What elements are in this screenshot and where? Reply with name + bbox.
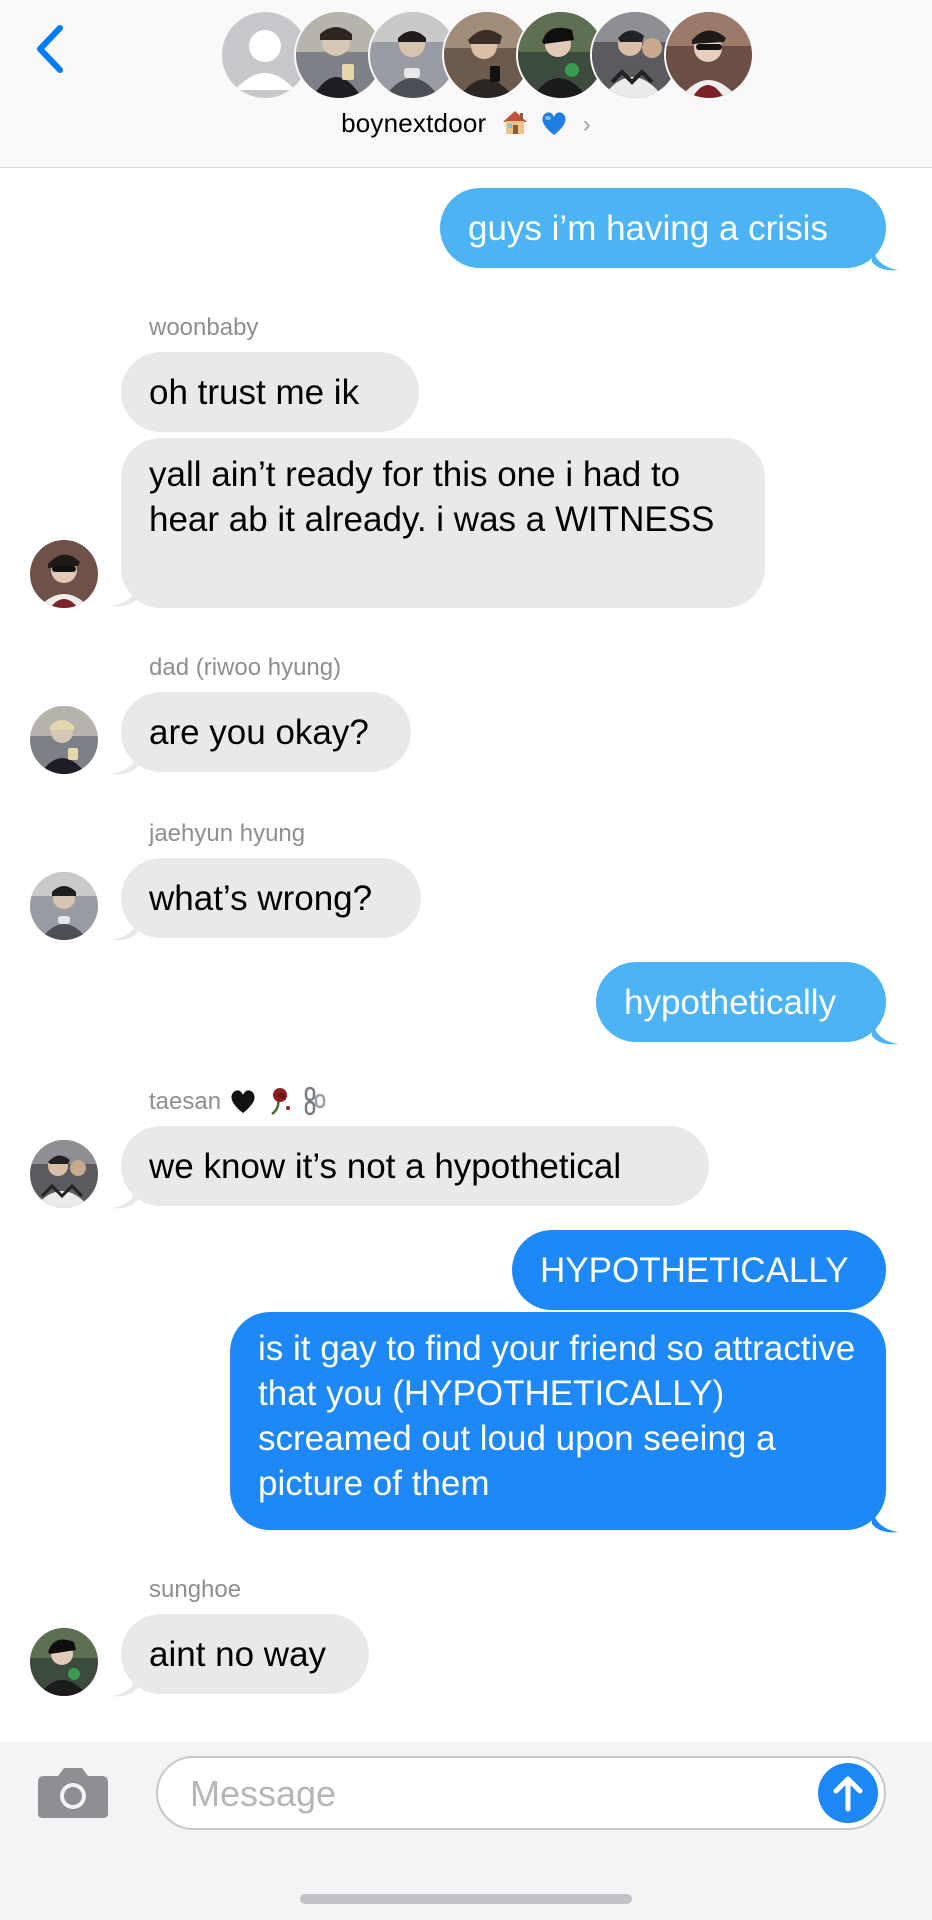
bubble-tail <box>112 1182 138 1209</box>
message-bubble-outgoing[interactable]: guys i’m having a crisis <box>440 188 886 268</box>
back-button[interactable] <box>30 22 74 76</box>
blue-heart-emoji-icon <box>542 112 566 135</box>
wilted-rose-emoji-icon <box>271 1088 291 1115</box>
message-bubble-incoming[interactable]: aint no way <box>121 1614 369 1694</box>
black-heart-emoji-icon <box>231 1090 255 1113</box>
avatar-jaehyun[interactable] <box>30 872 98 940</box>
bubble-tail <box>872 1506 898 1533</box>
message-text: hypothetically <box>624 983 837 1022</box>
chevron-left-icon <box>37 25 63 73</box>
message-bubble-incoming[interactable]: we know it’s not a hypothetical <box>121 1126 709 1206</box>
message-bubble-incoming[interactable]: are you okay? <box>121 692 411 772</box>
avatar-member-6 <box>664 10 754 100</box>
sender-name: woonbaby <box>149 314 259 341</box>
house-emoji-icon <box>502 111 527 134</box>
bubble-tail <box>112 580 138 607</box>
group-name-button[interactable]: boynextdoor › <box>0 108 932 139</box>
avatar-sunghoe[interactable] <box>30 1628 98 1696</box>
message-text: what’s wrong? <box>149 879 373 918</box>
chains-emoji-icon <box>304 1086 326 1116</box>
group-name-label: boynextdoor <box>341 108 487 138</box>
message-text: guys i’m having a crisis <box>468 209 828 248</box>
bubble-tail <box>112 748 138 775</box>
camera-icon <box>38 1768 108 1818</box>
message-text: oh trust me ik <box>149 373 360 412</box>
message-text: are you okay? <box>149 713 369 752</box>
avatar-woonbaby[interactable] <box>30 540 98 608</box>
bubble-tail <box>112 1670 138 1697</box>
message-text: we know it’s not a hypothetical <box>149 1147 622 1186</box>
camera-button[interactable] <box>36 1764 110 1820</box>
message-text: yall ain’t ready for this one i had to h… <box>149 455 715 539</box>
arrow-up-icon <box>833 1776 863 1812</box>
message-text: is it gay to find your friend so attract… <box>258 1329 856 1503</box>
message-field[interactable] <box>156 1756 886 1830</box>
bubble-tail <box>872 244 898 271</box>
sender-name: jaehyun hyung <box>149 820 306 847</box>
compose-bar <box>0 1742 932 1920</box>
home-indicator[interactable] <box>300 1894 632 1904</box>
sender-name: taesan <box>149 1086 329 1116</box>
group-avatars[interactable] <box>220 10 754 102</box>
avatar-taesan[interactable] <box>30 1140 98 1208</box>
sender-name: sunghoe <box>149 1576 242 1603</box>
message-bubble-outgoing[interactable]: is it gay to find your friend so attract… <box>230 1312 886 1530</box>
message-bubble-outgoing[interactable]: hypothetically <box>596 962 886 1042</box>
chevron-right-icon: › <box>582 111 591 138</box>
message-bubble-incoming[interactable]: oh trust me ik <box>121 352 419 432</box>
message-input[interactable] <box>188 1768 752 1820</box>
bubble-tail <box>112 914 138 941</box>
message-text: HYPOTHETICALLY <box>540 1251 849 1290</box>
send-button[interactable] <box>818 1763 878 1823</box>
sender-name-label: taesan <box>149 1088 222 1115</box>
message-text: aint no way <box>149 1635 327 1674</box>
bubble-tail <box>872 1018 898 1045</box>
avatar-riwoo[interactable] <box>30 706 98 774</box>
conversation-header: boynextdoor › <box>0 0 932 168</box>
message-bubble-incoming[interactable]: what’s wrong? <box>121 858 421 938</box>
message-bubble-incoming[interactable]: yall ain’t ready for this one i had to h… <box>121 438 765 608</box>
sender-name: dad (riwoo hyung) <box>149 654 342 681</box>
message-thread[interactable]: guys i’m having a crisis woonbaby oh tru… <box>0 168 932 1742</box>
message-bubble-outgoing[interactable]: HYPOTHETICALLY <box>512 1230 886 1310</box>
